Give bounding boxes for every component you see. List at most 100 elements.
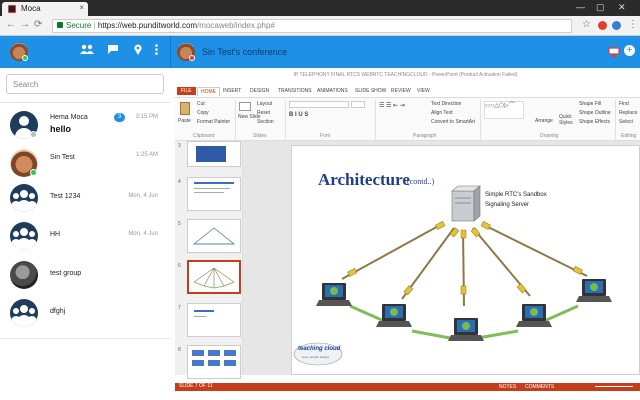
slides-group-label: Slides — [253, 133, 267, 139]
browser-menu-icon[interactable]: ⋮ — [628, 19, 638, 30]
tab-view[interactable]: VIEW — [417, 88, 430, 94]
forward-icon[interactable]: → — [20, 19, 30, 30]
online-status-icon — [22, 55, 28, 61]
logo-tagline: learn. at last, always — [302, 355, 330, 359]
chat-icon[interactable] — [107, 44, 119, 57]
slide-thumbnail[interactable] — [187, 345, 241, 379]
secure-label: Secure — [66, 21, 92, 30]
tab-home[interactable]: HOME — [197, 87, 220, 96]
slide-thumbnail[interactable] — [187, 141, 241, 167]
chat-list-item[interactable]: test group — [0, 257, 170, 295]
divider — [0, 102, 170, 103]
text-direction-button[interactable]: Text Direction — [431, 101, 461, 107]
find-button[interactable]: Find — [619, 101, 629, 107]
quick-styles-button[interactable]: Quick Styles — [559, 114, 573, 126]
align-text-button[interactable]: Align Text — [431, 110, 453, 116]
arrange-button[interactable]: Arrange — [535, 118, 553, 124]
layout-button[interactable]: Layout — [257, 101, 272, 107]
url-input[interactable]: Secure | https://web.punditworld.com/moc… — [52, 19, 572, 33]
slide-number: 3 — [178, 143, 181, 149]
paste-button[interactable]: Paste — [178, 118, 191, 124]
lock-icon — [57, 22, 63, 28]
comments-button[interactable]: COMMENTS — [525, 384, 554, 390]
slide-thumbnail[interactable] — [187, 219, 241, 253]
shapes-gallery-icon[interactable]: ▭○△⬠▷⌒ — [484, 101, 524, 119]
offline-status-icon — [30, 131, 37, 138]
location-icon[interactable] — [134, 44, 142, 58]
paste-icon — [180, 102, 190, 115]
replace-button[interactable]: Replace — [619, 110, 637, 116]
tab-file[interactable]: FILE — [177, 87, 196, 95]
address-bar: ← → ⟳ Secure | https://web.punditworld.c… — [0, 16, 640, 36]
font-box[interactable] — [289, 101, 349, 108]
end-call-icon[interactable] — [608, 45, 620, 63]
shape-fill-button[interactable]: Shape Fill — [579, 101, 601, 107]
laptop-icon — [516, 304, 552, 327]
extension-icon[interactable] — [598, 21, 607, 30]
tab-review[interactable]: REVIEW — [391, 88, 411, 94]
chat-list-item[interactable]: Sin Test 1:25 AM — [0, 145, 170, 183]
cut-button[interactable]: Cut — [197, 101, 205, 107]
minimize-icon[interactable]: — — [576, 2, 585, 12]
format-painter-button[interactable]: Format Painter — [197, 119, 230, 125]
tab-insert[interactable]: INSERT — [223, 88, 241, 94]
section-button[interactable]: Section — [257, 119, 274, 125]
reset-button[interactable]: Reset — [257, 110, 270, 116]
editing-group-label: Editing — [621, 133, 637, 139]
ribbon-tabs: FILE HOME INSERT DESIGN TRANSITIONS ANIM… — [175, 87, 640, 97]
more-icon[interactable] — [155, 44, 158, 58]
chat-list-item[interactable]: Hema Moca hello 3 3:15 PM — [0, 107, 170, 145]
slide-number: 8 — [178, 347, 181, 353]
extension-icon[interactable] — [612, 21, 621, 30]
convert-smartart-button[interactable]: Convert to SmartArt — [431, 119, 475, 125]
chat-time: Mon, 4 Jun — [128, 193, 158, 199]
tab-close-icon[interactable]: × — [79, 3, 84, 12]
font-size-box[interactable] — [351, 101, 365, 108]
slide-number: 4 — [178, 179, 181, 185]
bullets-icon[interactable]: ☰ ☰ ⇤ ⇥ — [379, 102, 405, 109]
current-slide[interactable]: Architecture (contd..) Simple RTC's Sand… — [291, 145, 640, 375]
group-avatar — [10, 184, 38, 212]
slide-thumbnail[interactable] — [187, 177, 241, 211]
maximize-icon[interactable]: ▢ — [596, 2, 605, 13]
tab-animations[interactable]: ANIMATIONS — [317, 88, 348, 94]
browser-tab-bar: Moca × — ▢ ✕ — [0, 0, 640, 16]
chat-time: 1:25 AM — [135, 152, 158, 158]
slide-thumbnail[interactable] — [187, 303, 241, 337]
star-icon[interactable]: ☆ — [582, 19, 591, 30]
online-status-icon — [30, 169, 37, 176]
chat-name: Test 1234 — [50, 193, 81, 200]
window-close-icon[interactable]: ✕ — [618, 2, 626, 13]
slide-number: 5 — [178, 221, 181, 227]
laptop-icon — [316, 283, 352, 306]
chat-list-item[interactable]: dfghj — [0, 295, 170, 333]
select-button[interactable]: Select — [619, 119, 633, 125]
font-group-label: Font — [320, 133, 331, 139]
new-slide-icon — [239, 102, 251, 111]
laptop-icon — [376, 304, 412, 327]
slide-number: 7 — [178, 305, 181, 311]
ribbon: Paste Cut Copy Format Painter Clipboard … — [175, 97, 640, 141]
ribbon-separator — [235, 100, 236, 140]
notes-button[interactable]: NOTES — [499, 384, 516, 390]
back-icon[interactable]: ← — [6, 19, 16, 30]
chat-name: Hema Moca — [50, 114, 88, 121]
chat-list-item[interactable]: HH Mon, 4 Jun — [0, 218, 170, 256]
shape-effects-button[interactable]: Shape Effects — [579, 119, 610, 125]
search-input[interactable]: Search — [6, 74, 164, 94]
chat-list-item[interactable]: Test 1234 Mon, 4 Jun — [0, 180, 170, 218]
shape-outline-button[interactable]: Shape Outline — [579, 110, 611, 116]
tab-design[interactable]: DESIGN — [250, 88, 269, 94]
slide-thumbnail-selected[interactable] — [187, 260, 241, 294]
drawing-group-label: Drawing — [540, 133, 559, 139]
add-participant-icon[interactable]: + — [624, 45, 635, 56]
copy-button[interactable]: Copy — [197, 110, 209, 116]
zoom-slider[interactable] — [595, 386, 633, 387]
reload-icon[interactable]: ⟳ — [34, 19, 42, 30]
tab-slide-show[interactable]: SLIDE SHOW — [355, 88, 386, 94]
browser-tab[interactable]: Moca × — [2, 2, 88, 16]
bold-icon[interactable]: B I U S — [289, 112, 308, 118]
group-icon[interactable] — [80, 44, 94, 57]
url-host: https://web.punditworld.com — [97, 21, 198, 30]
tab-transitions[interactable]: TRANSITIONS — [278, 88, 312, 94]
